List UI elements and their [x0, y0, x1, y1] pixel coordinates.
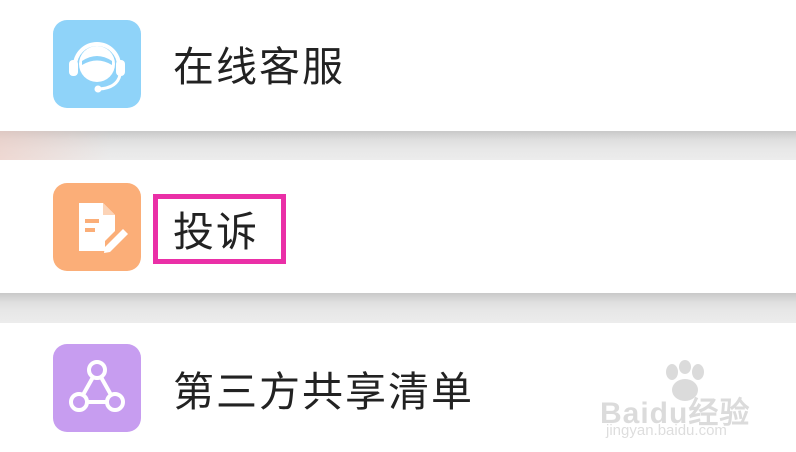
customer-service-icon [53, 20, 141, 108]
headset-icon [69, 42, 125, 93]
share-nodes-icon [69, 360, 125, 412]
highlight-annotation-box [153, 194, 286, 264]
watermark-url: jingyan.baidu.com [606, 422, 727, 439]
section-divider [0, 131, 796, 160]
menu-item-label: 在线客服 [173, 43, 345, 91]
menu-item-label: 第三方共享清单 [173, 368, 474, 416]
section-divider [0, 293, 796, 323]
menu-item-complaint[interactable]: 投诉 [0, 160, 796, 293]
complaint-icon [53, 183, 141, 271]
menu-item-online-service[interactable]: 在线客服 [0, 0, 796, 131]
baidu-jingyan-watermark: Baidu经验 jingyan.baidu.com [600, 360, 790, 440]
document-pen-icon [79, 203, 128, 253]
share-network-icon [53, 344, 141, 432]
